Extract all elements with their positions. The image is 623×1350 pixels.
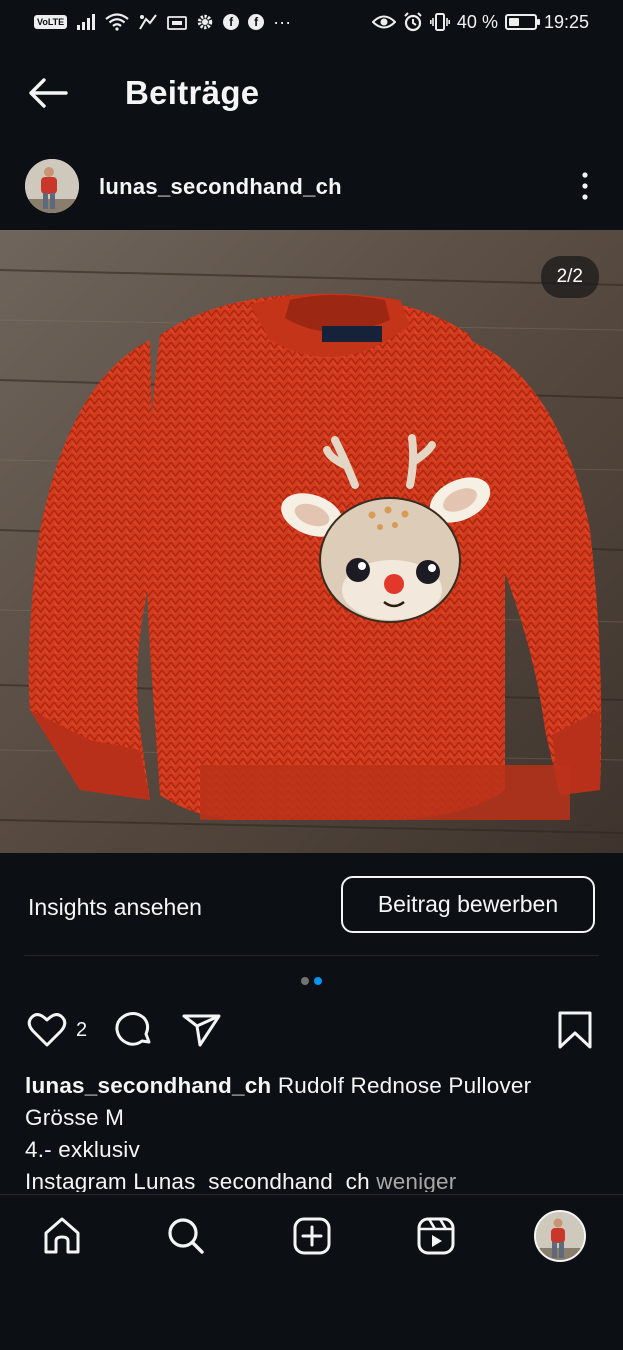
avatar[interactable] — [25, 159, 79, 213]
clock: 19:25 — [543, 11, 589, 32]
promote-post-button[interactable]: Beitrag bewerben — [341, 876, 595, 933]
carousel-dot-1 — [301, 977, 309, 985]
page-title: Beiträge — [125, 74, 260, 111]
profile-avatar — [534, 1210, 586, 1262]
facebook-icon: f — [223, 14, 240, 30]
nav-profile[interactable] — [533, 1209, 587, 1263]
more-vertical-icon — [582, 172, 588, 200]
status-left: VoLTE f f ··· — [34, 12, 291, 33]
post-header: lunas_secondhand_ch — [0, 156, 623, 216]
status-bar: VoLTE f f ··· 40 % 19:25 — [0, 0, 623, 44]
nav-search[interactable] — [159, 1209, 213, 1263]
profile-photo — [25, 159, 79, 213]
battery-percent: 40 % — [456, 11, 498, 32]
arrow-left-icon — [29, 78, 68, 108]
view-insights-link[interactable]: Insights ansehen — [28, 894, 202, 921]
carousel-indicator — [0, 977, 623, 985]
bookmark-icon — [558, 1011, 592, 1049]
top-bar: Beiträge — [0, 62, 623, 124]
nav-divider — [0, 1194, 623, 1195]
back-button[interactable] — [26, 76, 70, 110]
wifi-icon — [105, 13, 129, 31]
facebook-icon-2: f — [248, 14, 265, 30]
nav-reels[interactable] — [409, 1209, 463, 1263]
profile-photo-small — [536, 1212, 584, 1260]
home-icon — [44, 1217, 80, 1254]
reels-icon — [417, 1217, 455, 1255]
bottom-nav — [0, 1205, 623, 1267]
like-button[interactable] — [25, 1008, 69, 1052]
post-actions: 2 — [0, 1008, 623, 1054]
image-counter: 2/2 — [540, 256, 599, 298]
battery-icon — [504, 14, 540, 30]
search-icon — [168, 1218, 204, 1254]
caption-line-3: 4.- exklusiv — [25, 1137, 140, 1162]
caption-text-4: Instagram Lunas_secondhand_ch — [25, 1169, 370, 1192]
comment-icon — [115, 1012, 151, 1046]
signal-icon — [76, 14, 96, 30]
battery-fill — [508, 18, 519, 26]
volte-badge: VoLTE — [34, 15, 68, 29]
alarm-icon — [403, 12, 423, 32]
carousel-dot-2-active — [314, 977, 322, 985]
heart-icon — [27, 1013, 67, 1047]
insights-row: Insights ansehen Beitrag bewerben — [0, 876, 623, 934]
eye-icon — [371, 14, 396, 30]
caption-line-2: Grösse M — [25, 1105, 125, 1130]
show-less-link[interactable]: weniger — [376, 1169, 456, 1192]
caption-username[interactable]: lunas_secondhand_ch — [25, 1073, 271, 1098]
alarm-off-icon — [138, 13, 158, 31]
status-right: 40 % 19:25 — [371, 11, 589, 33]
post-image[interactable]: 2/2 — [0, 230, 623, 853]
more-notifications: ··· — [273, 11, 292, 32]
ai-box-icon — [167, 14, 188, 30]
send-icon — [182, 1014, 221, 1047]
settings-icon — [196, 13, 214, 31]
caption-text-1: Rudolf Rednose Pullover — [277, 1073, 532, 1098]
comment-button[interactable] — [111, 1008, 155, 1052]
caption-line-1: lunas_secondhand_ch Rudolf Rednose Pullo… — [25, 1070, 600, 1102]
more-options-button[interactable] — [573, 170, 597, 202]
like-count[interactable]: 2 — [76, 1019, 87, 1042]
create-icon — [293, 1217, 331, 1255]
post-caption: lunas_secondhand_ch Rudolf Rednose Pullo… — [25, 1070, 600, 1192]
vibrate-icon — [429, 13, 450, 31]
nav-create[interactable] — [285, 1209, 339, 1263]
nav-home[interactable] — [35, 1209, 89, 1263]
share-button[interactable] — [180, 1008, 224, 1052]
post-username[interactable]: lunas_secondhand_ch — [99, 174, 342, 200]
divider — [24, 955, 599, 956]
sweater-photo — [0, 230, 623, 853]
caption-line-4: Instagram Lunas_secondhand_ch weniger — [25, 1166, 600, 1192]
save-button[interactable] — [553, 1008, 597, 1052]
